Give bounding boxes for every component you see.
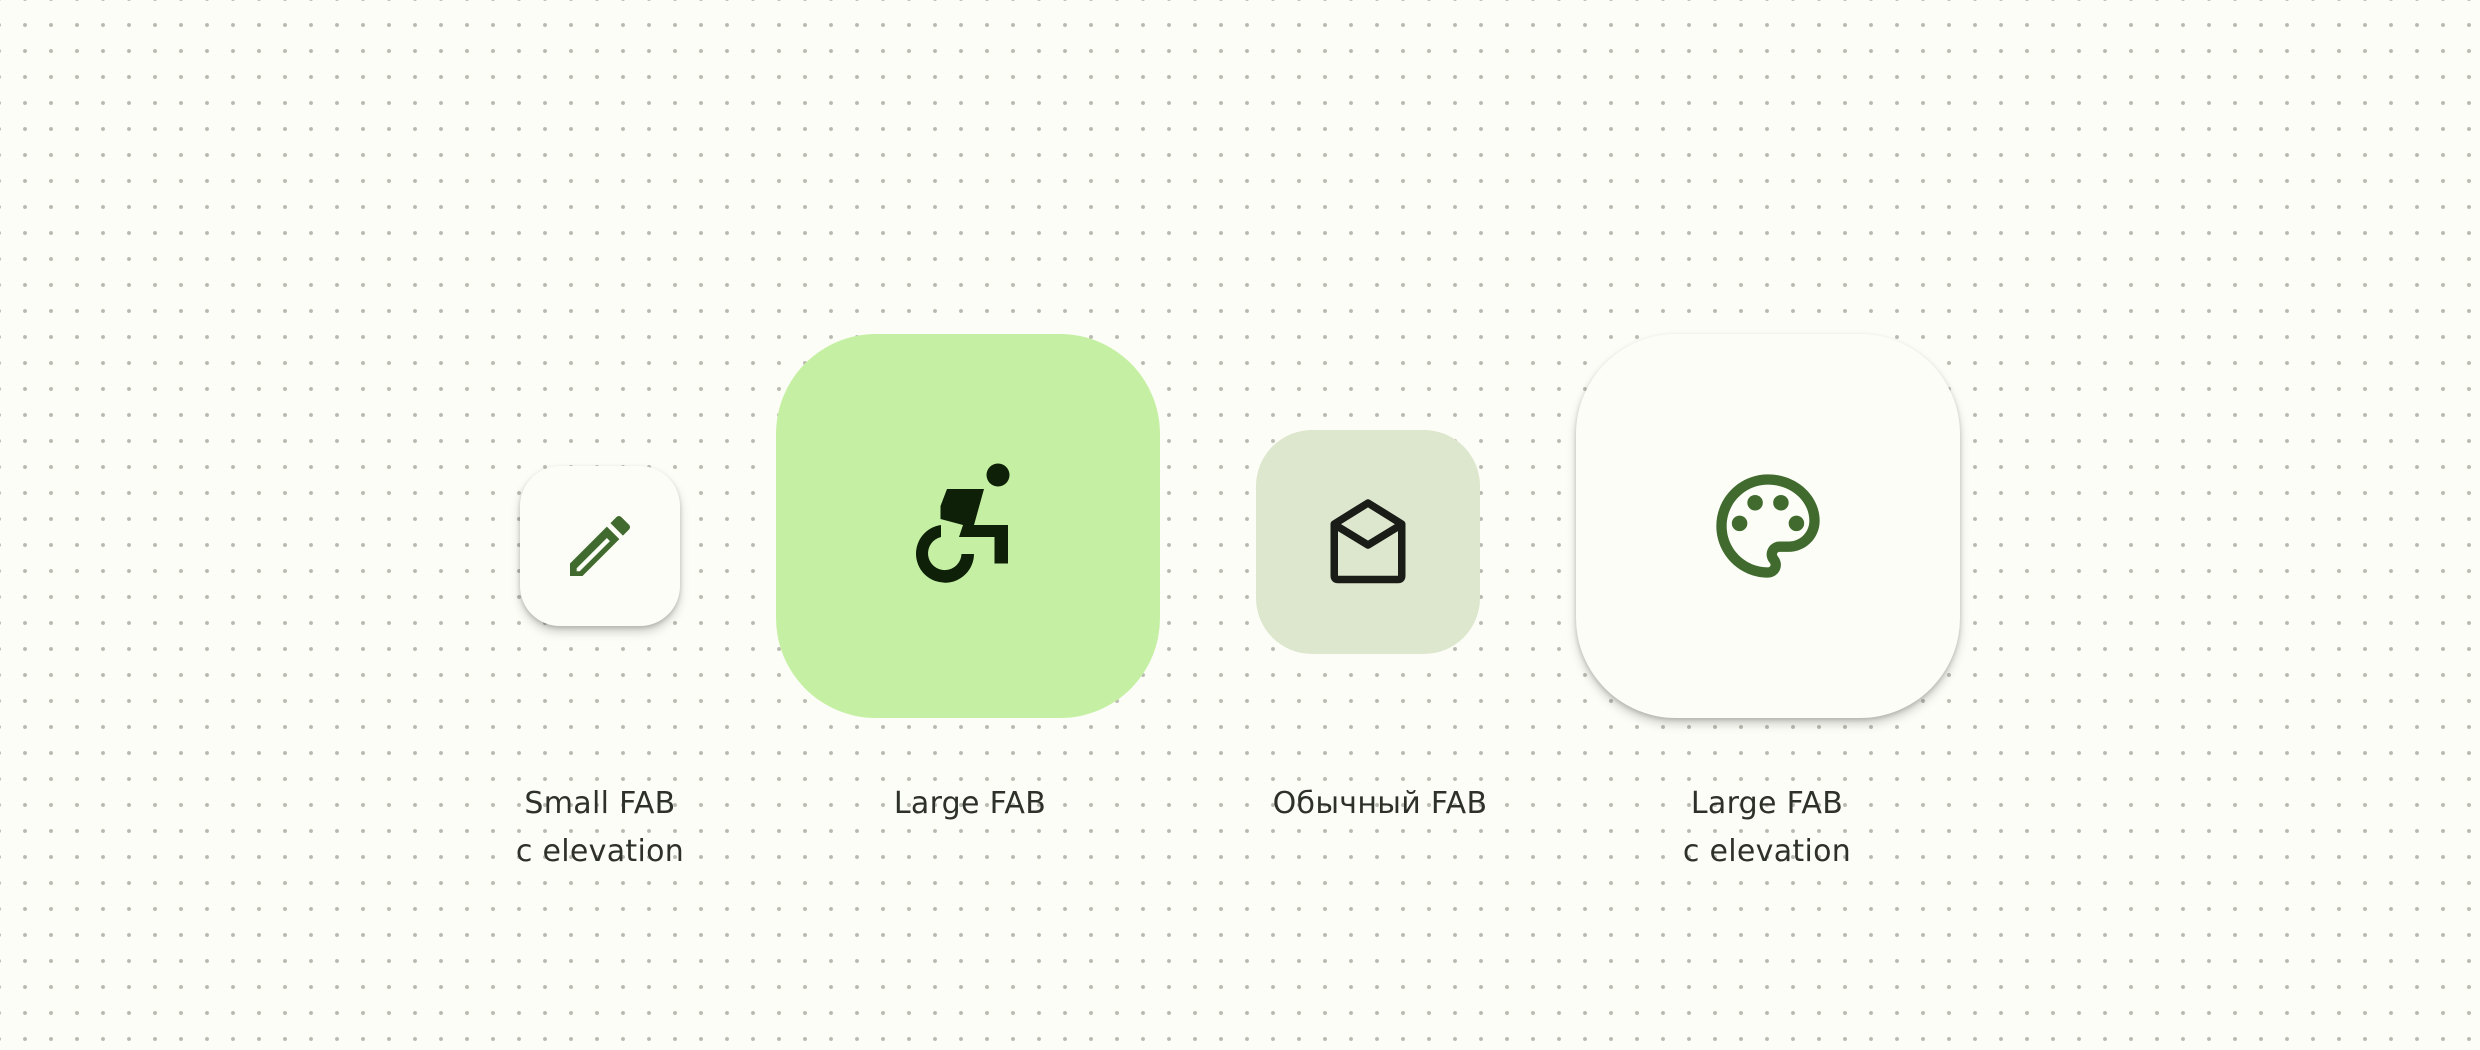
small-fab-button[interactable] (520, 466, 680, 626)
caption-line-1: Large FAB (893, 786, 1047, 821)
drafts-envelope-open-icon (1330, 499, 1406, 584)
regular-fab-button[interactable] (1256, 430, 1480, 654)
large-fab-caption: Large FAB (820, 780, 1120, 828)
edit-pencil-icon (570, 515, 631, 576)
small-fab-caption: Small FAB с elevation (450, 780, 750, 876)
caption-line-1: Large FAB (1690, 786, 1844, 821)
caption-line-1: Обычный FAB (1272, 786, 1488, 821)
palette-icon (1716, 474, 1820, 578)
regular-fab-caption: Обычный FAB (1230, 780, 1530, 828)
large-fab-button[interactable] (776, 334, 1160, 718)
accessible-forward-icon (916, 463, 1010, 583)
large-fab-elevated-caption: Large FAB с elevation (1617, 780, 1917, 876)
caption-line-2: с elevation (1682, 834, 1852, 869)
large-fab-elevated-button[interactable] (1576, 334, 1960, 718)
caption-line-2: с elevation (515, 834, 685, 869)
caption-line-1: Small FAB (524, 786, 676, 821)
